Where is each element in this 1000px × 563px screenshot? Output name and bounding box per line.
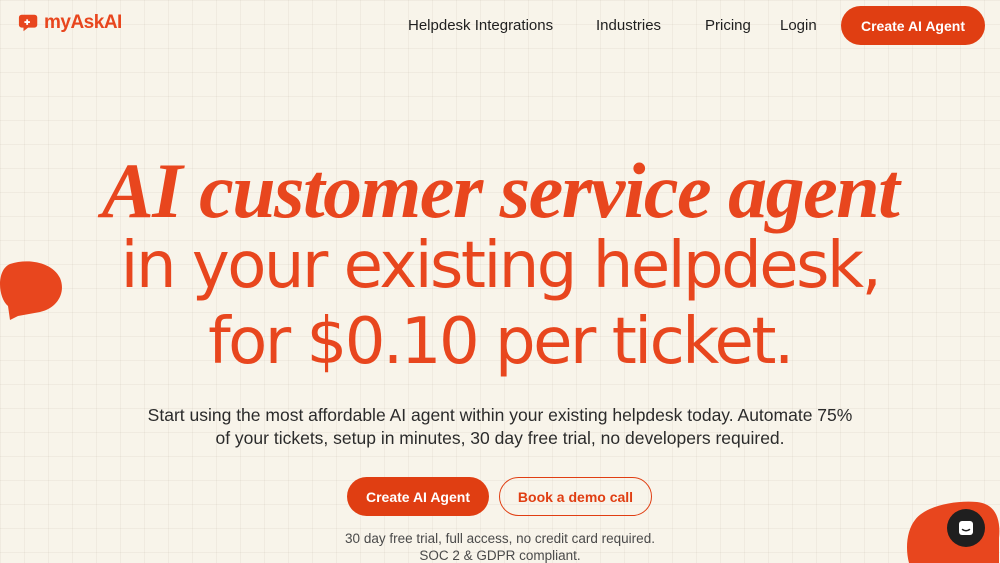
- compliance-note: SOC 2 & GDPR compliant.: [419, 548, 581, 563]
- book-demo-button[interactable]: Book a demo call: [499, 477, 652, 516]
- logo[interactable]: myAskAI: [18, 12, 122, 34]
- chat-launcher-icon: [959, 521, 973, 535]
- hero-subtitle-line-2: of your tickets, setup in minutes, 30 da…: [215, 428, 785, 448]
- create-agent-button[interactable]: Create AI Agent: [347, 477, 489, 516]
- hero-title-line-3: for $0.10 per ticket.: [208, 305, 794, 379]
- hero-title-line-1: AI customer service agent: [101, 147, 900, 234]
- trial-note: 30 day free trial, full access, no credi…: [345, 531, 655, 546]
- top-nav: myAskAI Helpdesk Integrations Industries…: [0, 0, 1000, 52]
- nav-create-agent-button[interactable]: Create AI Agent: [841, 6, 985, 45]
- chat-bubble-logo-icon: [18, 14, 38, 32]
- hero-subtitle: Start using the most affordable AI agent…: [100, 404, 900, 450]
- brand-name: myAskAI: [44, 12, 122, 33]
- nav-link-industries[interactable]: Industries: [596, 17, 661, 34]
- nav-link-pricing[interactable]: Pricing: [705, 17, 751, 34]
- hero-title-line-2: in your existing helpdesk,: [120, 229, 882, 303]
- nav-link-login[interactable]: Login: [780, 17, 817, 34]
- hero-subtitle-line-1: Start using the most affordable AI agent…: [147, 405, 853, 425]
- chat-launcher-button[interactable]: [947, 509, 985, 547]
- nav-link-helpdesk-integrations[interactable]: Helpdesk Integrations: [408, 17, 553, 34]
